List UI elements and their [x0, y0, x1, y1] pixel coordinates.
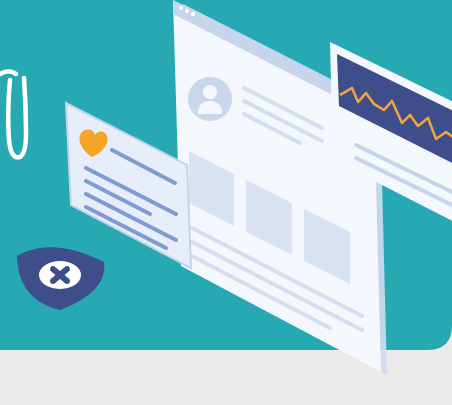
- healthcare-illustration: [0, 0, 452, 405]
- illustration-canvas: [0, 0, 452, 375]
- window-dot-1: [179, 6, 183, 10]
- window-dot-2: [185, 9, 189, 13]
- window-dot-3: [191, 12, 195, 16]
